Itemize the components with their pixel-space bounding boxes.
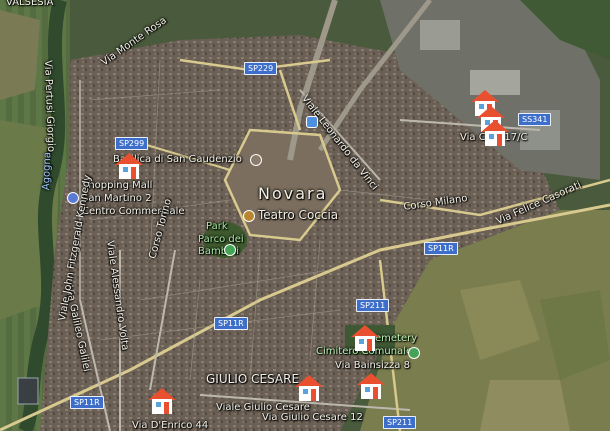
shield-sp211-south: SP211 — [383, 416, 417, 429]
shopping-label-1: Shopping Mall — [82, 180, 153, 191]
shopping-bag-icon[interactable] — [67, 192, 79, 204]
house-marker-icon[interactable] — [147, 386, 177, 416]
house-marker-icon[interactable] — [350, 323, 380, 353]
via-bainsizza-label: Via Bainsizza 8 — [335, 360, 410, 371]
teatro-coccia-label: Teatro Coccia — [258, 208, 339, 222]
giulio-cesare-district: GIULIO CESARE — [206, 372, 300, 386]
shopping-label-2: San Martino 2 — [82, 193, 152, 204]
via-denrico-label: Via D'Enrico 44 — [132, 420, 209, 431]
house-marker-icon[interactable] — [294, 373, 324, 403]
house-marker-icon[interactable] — [356, 371, 386, 401]
theater-icon[interactable] — [243, 210, 255, 222]
city-label: Novara — [258, 184, 328, 203]
shield-sp11r-west: SP11R — [70, 396, 104, 409]
church-icon[interactable] — [250, 154, 262, 166]
shield-sp11r-center: SP11R — [214, 317, 248, 330]
satellite-map[interactable]: VALSESIA Novara Teatro Coccia Park Parco… — [0, 0, 610, 431]
shield-sp299: SP299 — [115, 137, 149, 150]
valsesia-label: VALSESIA — [6, 0, 54, 8]
park-tree-icon[interactable] — [224, 244, 236, 256]
via-pertusi-label: Via Pertusi Giorgio — [42, 59, 57, 153]
parco-label: Parco dei — [198, 234, 244, 245]
park-label: Park — [206, 221, 228, 232]
via-giulio-cesare-12-label: Via Giulio Cesare 12 — [262, 412, 363, 423]
house-marker-icon[interactable] — [480, 118, 510, 148]
house-marker-icon[interactable] — [114, 151, 144, 181]
shield-sp229: SP229 — [244, 62, 278, 75]
train-station-icon[interactable] — [306, 116, 318, 128]
cemetery-cross-icon[interactable] — [408, 347, 420, 359]
shield-sp211-north: SP211 — [356, 299, 390, 312]
shield-sp11r-east: SP11R — [424, 242, 458, 255]
shield-ss341: SS341 — [518, 113, 552, 126]
agogna-river-label: Agogna — [41, 151, 54, 191]
